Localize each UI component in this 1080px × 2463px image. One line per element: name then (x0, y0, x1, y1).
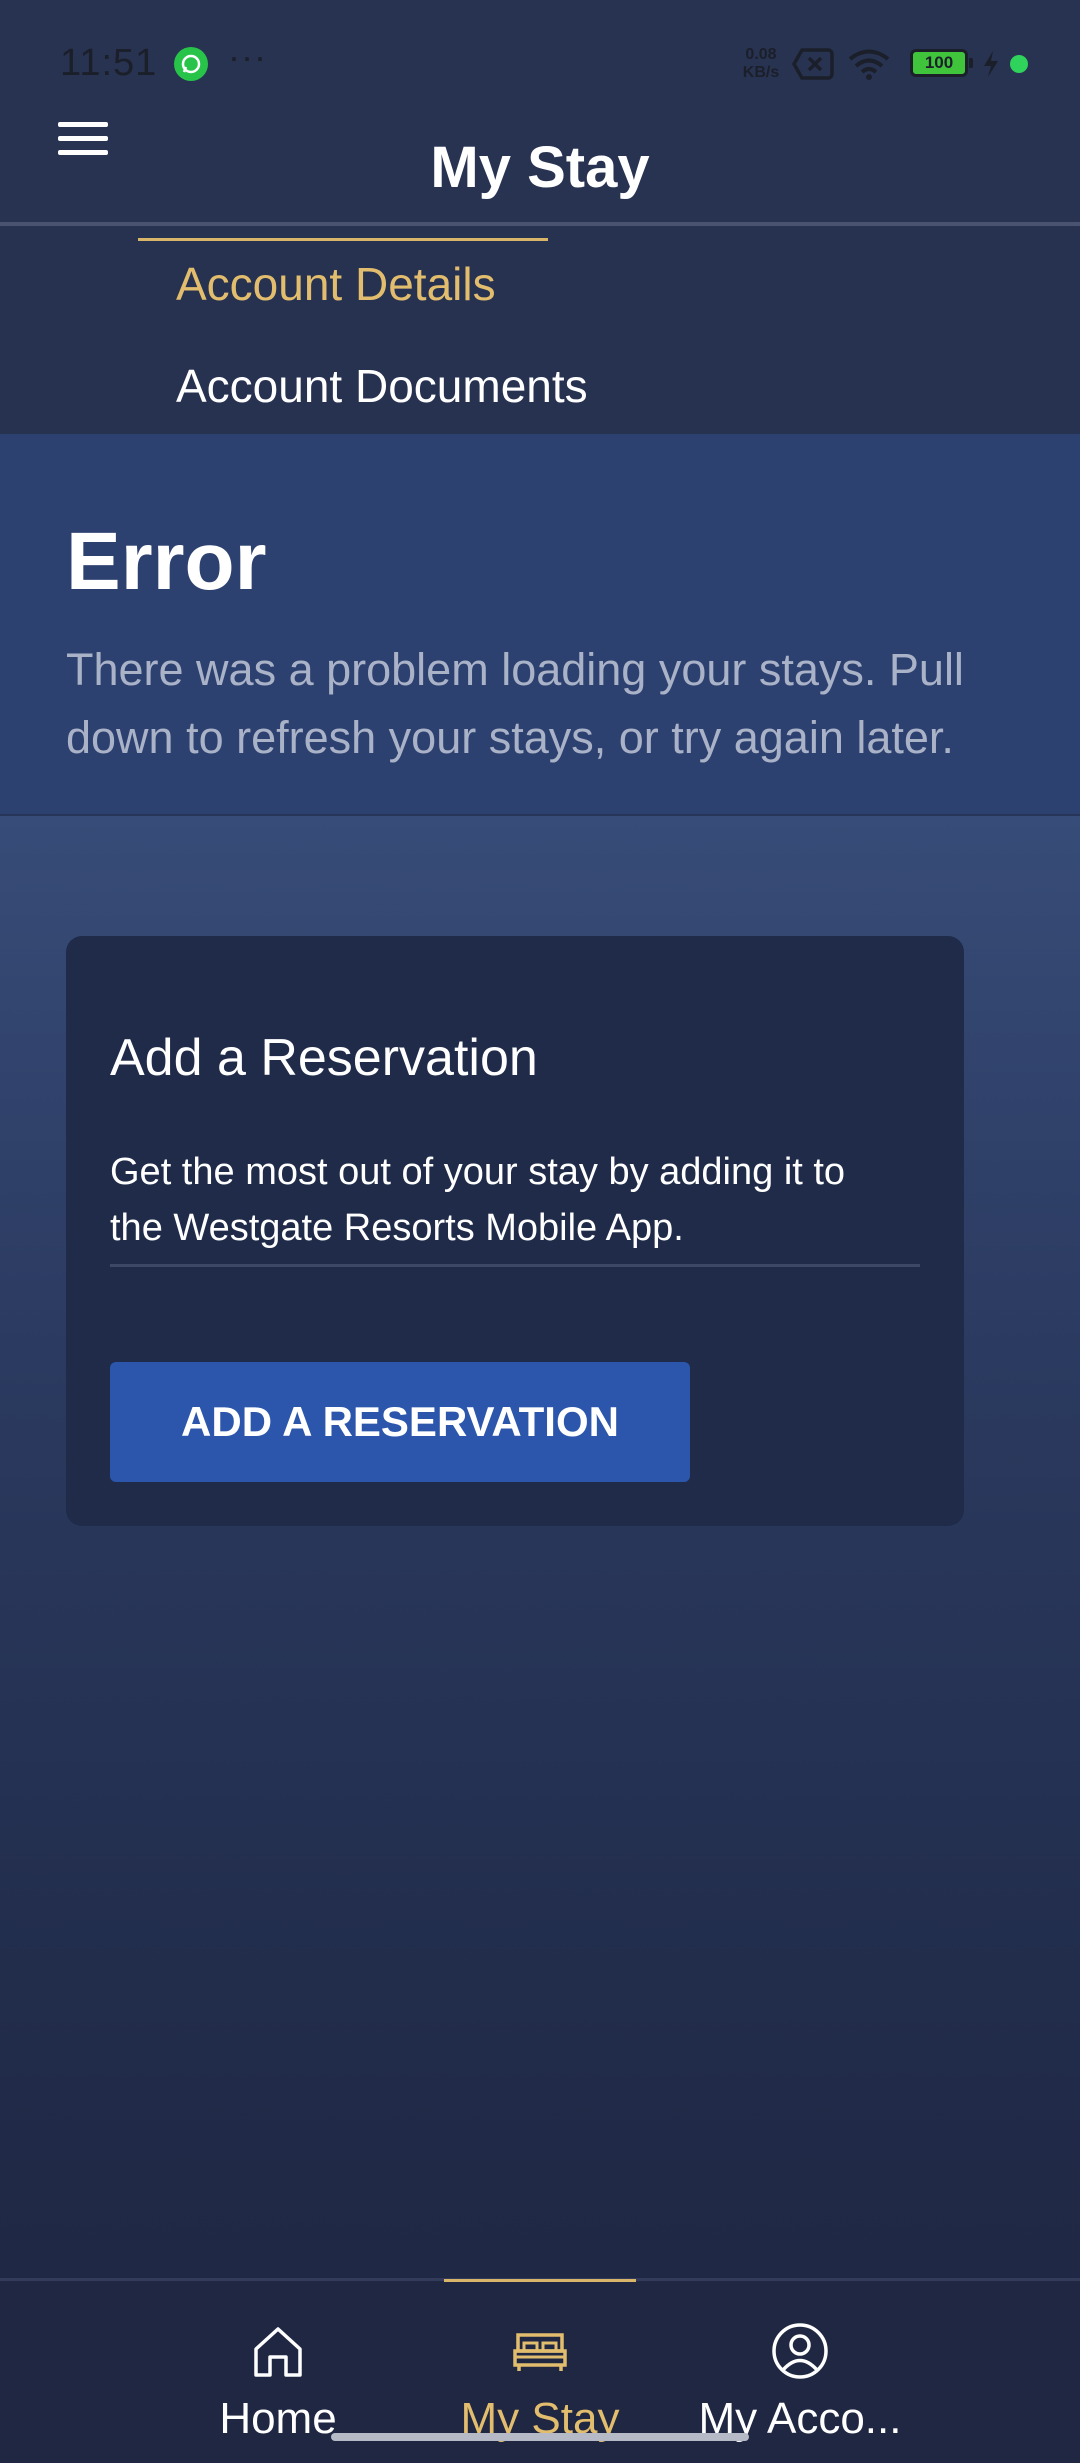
error-banner: Error There was a problem loading your s… (0, 434, 1080, 816)
hamburger-menu-icon-lines[interactable] (50, 114, 116, 164)
account-icon (770, 2321, 830, 2381)
status-time: 11:51 (60, 42, 158, 84)
submenu-item-account-documents[interactable]: Account Documents (176, 358, 588, 414)
network-speed: 0.08 KB/s (738, 46, 784, 82)
network-speed-unit: KB/s (742, 64, 780, 81)
more-notifications-indicator: ··· (228, 36, 267, 77)
whatsapp-icon (174, 47, 208, 81)
wifi-icon (848, 48, 890, 85)
home-gesture-bar[interactable] (331, 2433, 749, 2441)
data-off-icon (791, 48, 834, 85)
network-speed-value: 0.08 (745, 46, 777, 63)
submenu-item-account-details[interactable]: Account Details (176, 256, 496, 312)
card-description: Get the most out of your stay by adding … (110, 1151, 846, 1249)
charging-icon (982, 50, 1000, 83)
submenu-active-indicator (138, 238, 548, 241)
app-bar: My Stay (0, 120, 1080, 224)
card-divider (110, 1264, 920, 1267)
add-reservation-card: Add a Reservation Get the most out of yo… (66, 936, 964, 1526)
bed-icon (510, 2321, 570, 2381)
account-submenu: Account Details Account Documents (0, 226, 1080, 434)
page-title: My Stay (430, 135, 650, 200)
error-title: Error (66, 516, 267, 607)
card-title: Add a Reservation (110, 1029, 538, 1087)
status-bar: 11:51 ··· 0.08 KB/s 100 (0, 0, 1080, 120)
notification-dot (1010, 55, 1028, 73)
add-reservation-button[interactable]: ADD A RESERVATION (110, 1362, 690, 1482)
error-message: There was a problem loading your stays. … (66, 644, 964, 763)
home-icon (248, 2321, 308, 2381)
battery-icon: 100 (910, 49, 973, 77)
